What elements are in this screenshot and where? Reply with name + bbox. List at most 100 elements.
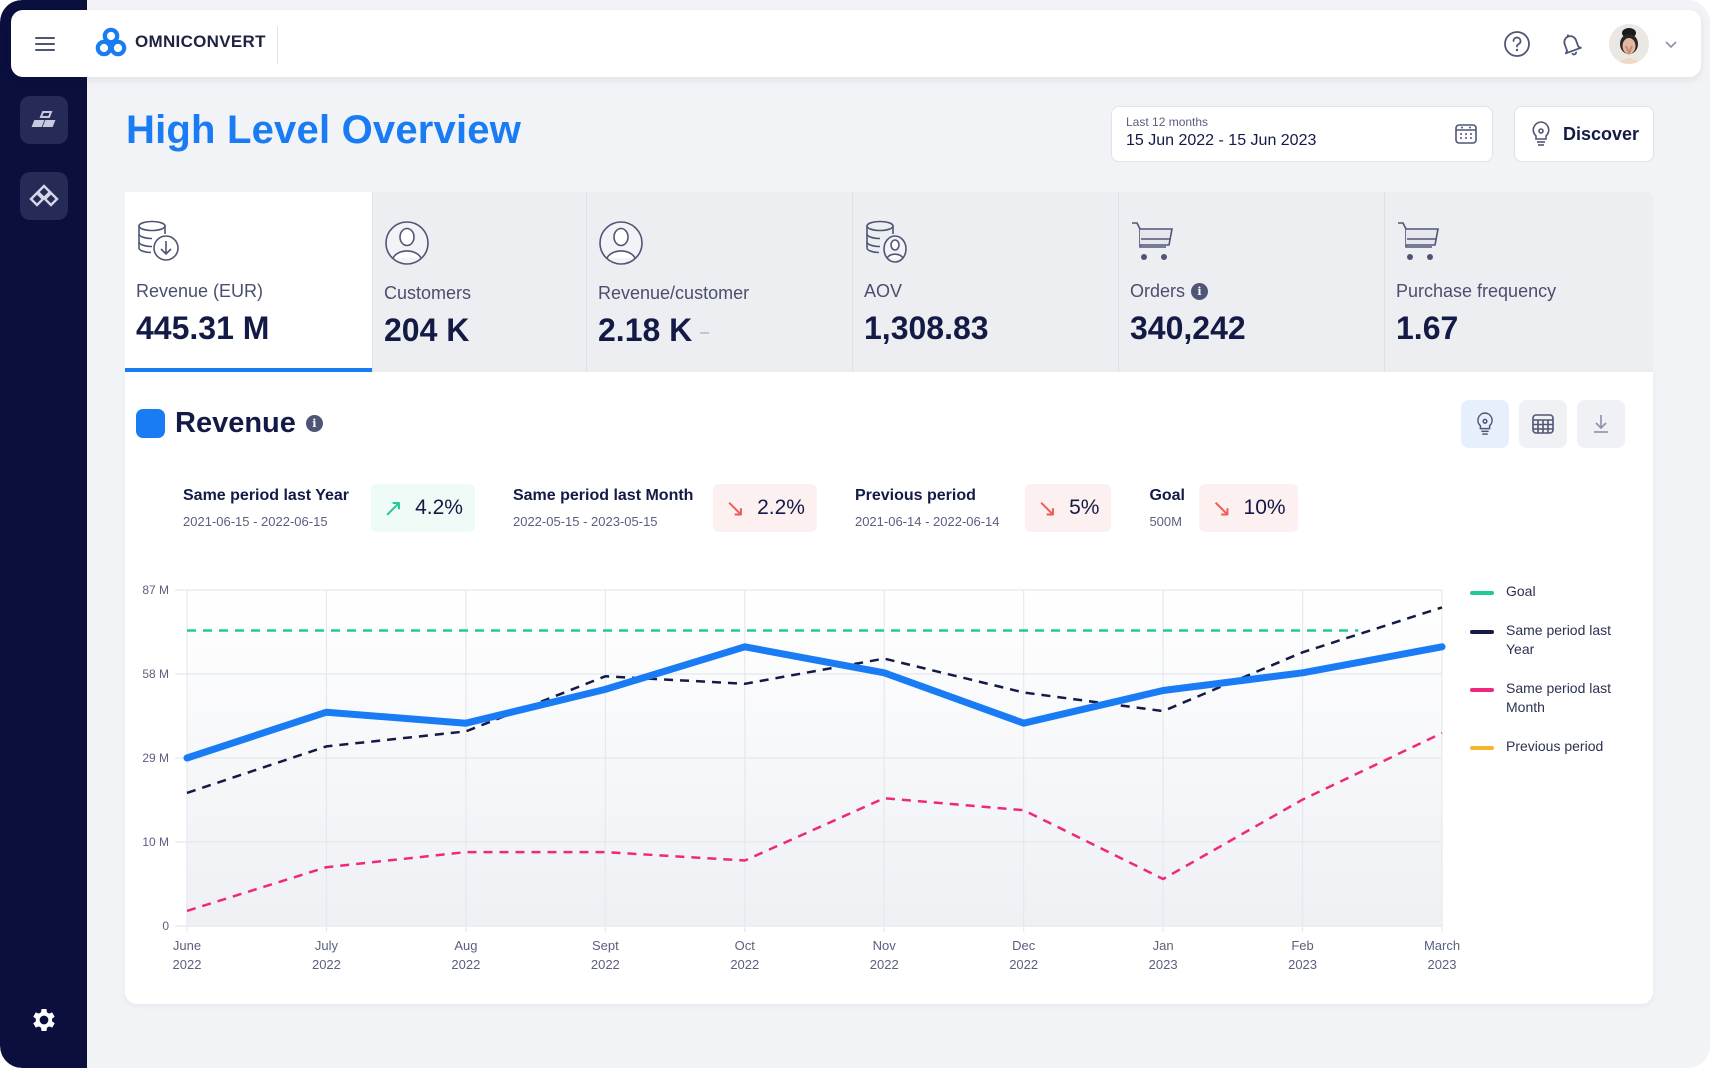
user-circle-icon [599,221,643,265]
coins-download-icon [138,220,179,261]
x-tick-label: Dec [1012,938,1036,953]
legend-item[interactable]: Goal [1470,582,1618,601]
coins-user-icon [866,220,907,263]
dashboard-tiles-icon [31,111,56,127]
legend-swatch [1470,630,1494,634]
cart-icon [1132,222,1173,260]
top-actions [1501,24,1679,64]
x-tick-label: March [1424,938,1460,953]
gear-icon [33,1009,55,1031]
kpi-label: Purchase frequency [1396,281,1557,301]
legend-item[interactable]: Same period last Year [1470,621,1618,659]
chevron-down-icon [1665,41,1677,49]
y-tick-label: 58 M [142,667,169,681]
x-tick-label: July [315,938,339,953]
kpi-tab-purchase-frequency[interactable]: Purchase frequency 1.67 [1385,192,1653,372]
kpi-label: Revenue (EUR) [136,281,264,301]
y-tick-label: 10 M [142,835,169,849]
help-icon [1504,31,1530,57]
kpi-tabs: Revenue (EUR) 445.31 M Customers 204 K R… [125,192,1653,372]
x-tick-label: 2022 [591,957,620,972]
diamonds-icon [29,184,59,207]
x-tick-label: Nov [873,938,897,953]
sidebar-item-experiments[interactable] [20,172,68,220]
kpi-label: AOV [864,281,903,301]
x-tick-label: Jan [1153,938,1174,953]
y-tick-label: 0 [162,919,169,933]
kpi-label: Revenue/customer [598,283,750,303]
sidebar-item-dashboards[interactable] [20,96,68,144]
settings-button[interactable] [24,1000,64,1040]
legend-label: Goal [1506,583,1536,599]
hamburger-icon [35,37,55,51]
kpi-tab-revenue[interactable]: Revenue (EUR) 445.31 M [125,192,373,372]
bell-icon [1563,34,1582,56]
x-tick-label: 2022 [870,957,899,972]
date-range-picker[interactable]: Last 12 months 15 Jun 2022 - 15 Jun 2023 [1111,106,1493,162]
date-range-label: Last 12 months [1126,115,1209,129]
user-circle-icon [385,221,429,265]
legend-swatch [1470,591,1494,595]
divider [277,26,278,64]
date-range-value: 15 Jun 2022 - 15 Jun 2023 [1126,132,1317,149]
chart-legend: Goal Same period last Year Same period las… [1470,582,1618,776]
kpi-label: Customers [384,283,472,303]
x-tick-label: Oct [735,938,756,953]
kpi-value-text: 2.18 K [598,312,693,348]
page-title: High Level Overview [126,108,522,152]
legend-item[interactable]: Same period last Month [1470,679,1618,717]
legend-item[interactable]: Previous period [1470,737,1618,756]
x-tick-label: 2022 [451,957,480,972]
legend-swatch [1470,688,1494,692]
kpi-value: 2.18 K – [598,312,842,349]
x-tick-label: Aug [454,938,477,953]
omniconvert-logo-icon [95,27,127,57]
x-tick-label: Sept [592,938,619,953]
user-menu[interactable] [1609,24,1679,64]
y-tick-label: 87 M [142,583,169,597]
revenue-card: Revenue i Same period last Year 2021-06-… [125,372,1653,1004]
x-tick-label: June [173,938,201,953]
user-photo [1609,24,1649,64]
calendar-icon [1455,124,1477,144]
kpi-tab-aov[interactable]: AOV 1,308.83 [853,192,1119,372]
x-tick-label: 2022 [173,957,202,972]
revenue-line-chart: 0 10 M 29 M 58 M 87 M June 2022 July 2022 Aug 2022… [142,583,1460,972]
kpi-label: Orders i [1130,281,1374,302]
sidebar [0,0,87,1068]
kpi-value: 204 K [384,312,470,348]
cart-icon [1398,222,1439,260]
trend-neutral: – [700,323,710,341]
avatar[interactable] [1609,24,1649,64]
kpi-tab-customers[interactable]: Customers 204 K [373,192,587,372]
brand-logo[interactable]: OMNICONVERT [95,27,266,57]
kpi-label-text: Orders [1130,281,1186,301]
help-button[interactable] [1501,28,1533,60]
info-icon[interactable]: i [1191,283,1209,300]
kpi-tab-orders[interactable]: Orders i 340,242 [1119,192,1385,372]
x-tick-label: 2022 [730,957,759,972]
kpi-value: 445.31 M [136,310,270,346]
discover-button[interactable]: Discover [1514,106,1654,162]
lightbulb-icon [1532,121,1550,146]
legend-label: Same period last Month [1506,680,1612,715]
x-tick-label: 2023 [1428,957,1457,972]
x-tick-label: Feb [1291,938,1313,953]
discover-label: Discover [1562,123,1640,144]
kpi-value: 340,242 [1130,310,1246,346]
top-bar: OMNICONVERT [11,10,1701,77]
y-tick-label: 29 M [142,751,169,765]
brand-name: OMNICONVERT [135,32,266,51]
x-tick-label: 2023 [1288,957,1317,972]
x-tick-label: 2023 [1149,957,1178,972]
legend-label: Previous period [1506,738,1604,754]
kpi-tab-revenue-per-customer[interactable]: Revenue/customer 2.18 K – [587,192,853,372]
kpi-value: 1,308.83 [864,310,989,346]
app-frame: OMNICONVERT High Level Overview Last 12 … [0,0,1710,1068]
x-tick-label: 2022 [312,957,341,972]
legend-label: Same period last Year [1506,622,1612,657]
menu-button[interactable] [33,32,57,56]
notifications-button[interactable] [1555,28,1587,60]
legend-swatch [1470,746,1494,750]
x-tick-label: 2022 [1009,957,1038,972]
